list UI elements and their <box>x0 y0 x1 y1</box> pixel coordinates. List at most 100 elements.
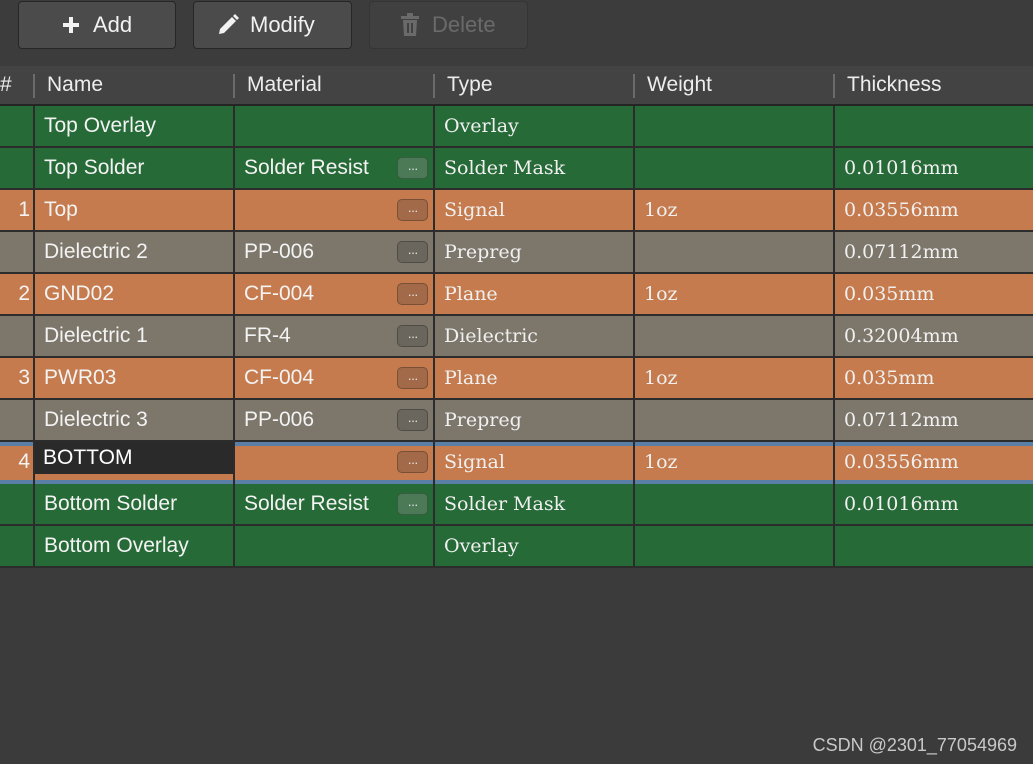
cell-type[interactable]: Signal <box>435 442 633 482</box>
material-picker-button[interactable]: ··· <box>397 241 428 263</box>
cell-weight[interactable] <box>635 526 833 566</box>
toolbar: Add Modify Delete <box>0 0 1033 64</box>
cell-type[interactable]: Overlay <box>435 526 633 566</box>
table-row[interactable]: Top Solder Solder Resist ··· Solder Mask 0.0… <box>0 148 1033 190</box>
table-row[interactable]: Dielectric 3 PP-006 ··· Prepreg 0.07112mm <box>0 400 1033 442</box>
table-row[interactable]: Top Overlay Overlay <box>0 106 1033 148</box>
cell-weight[interactable] <box>635 106 833 146</box>
cell-layer-number[interactable] <box>0 148 34 188</box>
cell-type[interactable]: Prepreg <box>435 400 633 440</box>
cell-type[interactable]: Solder Mask <box>435 148 633 188</box>
cell-material[interactable] <box>235 190 393 230</box>
cell-thickness[interactable]: 0.07112mm <box>835 400 1033 440</box>
cell-weight[interactable]: 1oz <box>635 358 833 398</box>
trash-icon <box>398 13 422 37</box>
material-picker-button[interactable]: ··· <box>397 283 428 305</box>
cell-material[interactable]: Solder Resist <box>235 484 393 524</box>
material-picker-button[interactable]: ··· <box>397 367 428 389</box>
material-picker-button[interactable]: ··· <box>397 409 428 431</box>
cell-layer-number[interactable]: 1 <box>0 190 34 230</box>
table-row[interactable]: Bottom Solder Solder Resist ··· Solder Mask… <box>0 484 1033 526</box>
column-header-name[interactable]: Name <box>35 66 233 104</box>
column-header-number[interactable]: # <box>0 66 34 104</box>
cell-layer-number[interactable] <box>0 106 34 146</box>
material-picker-button[interactable]: ··· <box>397 325 428 347</box>
cell-type[interactable]: Signal <box>435 190 633 230</box>
cell-weight[interactable] <box>635 400 833 440</box>
cell-material[interactable] <box>235 442 393 482</box>
cell-material[interactable]: Solder Resist <box>235 148 393 188</box>
column-header-weight[interactable]: Weight <box>635 66 833 104</box>
cell-thickness[interactable]: 0.035mm <box>835 274 1033 314</box>
delete-button[interactable]: Delete <box>369 1 528 49</box>
material-picker-button[interactable]: ··· <box>397 157 428 179</box>
cell-name[interactable]: Bottom Solder <box>35 484 233 524</box>
cell-name[interactable]: Top Overlay <box>35 106 233 146</box>
cell-material[interactable] <box>235 106 393 146</box>
table-row[interactable]: Dielectric 1 FR-4 ··· Dielectric 0.32004mm <box>0 316 1033 358</box>
modify-button-label: Modify <box>250 12 315 37</box>
cell-material[interactable]: PP-006 <box>235 400 393 440</box>
cell-thickness[interactable] <box>835 106 1033 146</box>
cell-thickness[interactable]: 0.01016mm <box>835 148 1033 188</box>
cell-material[interactable]: CF-004 <box>235 274 393 314</box>
cell-weight[interactable] <box>635 232 833 272</box>
cell-thickness[interactable]: 0.035mm <box>835 358 1033 398</box>
cell-type[interactable]: Overlay <box>435 106 633 146</box>
cell-layer-number[interactable]: 4 <box>0 442 34 482</box>
cell-layer-number[interactable]: 2 <box>0 274 34 314</box>
cell-thickness[interactable]: 0.01016mm <box>835 484 1033 524</box>
cell-thickness[interactable] <box>835 526 1033 566</box>
column-header-material[interactable]: Material <box>235 66 433 104</box>
column-header-thickness[interactable]: Thickness <box>835 66 1033 104</box>
cell-layer-number[interactable] <box>0 400 34 440</box>
cell-weight[interactable]: 1oz <box>635 190 833 230</box>
cell-name[interactable]: Top <box>35 190 233 230</box>
cell-weight[interactable] <box>635 484 833 524</box>
cell-weight[interactable] <box>635 148 833 188</box>
table-row[interactable]: 4 BOTTOM ··· Signal 1oz 0.03556mm <box>0 442 1033 484</box>
cell-material[interactable]: PP-006 <box>235 232 393 272</box>
cell-layer-number[interactable] <box>0 484 34 524</box>
table-row[interactable]: 2 GND02 CF-004 ··· Plane 1oz 0.035mm <box>0 274 1033 316</box>
cell-material[interactable]: FR-4 <box>235 316 393 356</box>
cell-name[interactable]: Bottom Overlay <box>35 526 233 566</box>
cell-weight[interactable] <box>635 316 833 356</box>
add-button-label: Add <box>93 12 133 37</box>
cell-name[interactable]: Dielectric 3 <box>35 400 233 440</box>
add-button[interactable]: Add <box>18 1 176 49</box>
cell-name[interactable]: GND02 <box>35 274 233 314</box>
cell-layer-number[interactable] <box>0 316 34 356</box>
cell-type[interactable]: Plane <box>435 358 633 398</box>
cell-type[interactable]: Plane <box>435 274 633 314</box>
pencil-icon <box>216 13 240 37</box>
cell-thickness[interactable]: 0.32004mm <box>835 316 1033 356</box>
modify-button[interactable]: Modify <box>193 1 352 49</box>
column-header-type[interactable]: Type <box>435 66 633 104</box>
table-row[interactable]: 3 PWR03 CF-004 ··· Plane 1oz 0.035mm <box>0 358 1033 400</box>
cell-name[interactable]: Dielectric 2 <box>35 232 233 272</box>
cell-material[interactable]: CF-004 <box>235 358 393 398</box>
cell-name[interactable]: Top Solder <box>35 148 233 188</box>
material-picker-button[interactable]: ··· <box>397 451 428 473</box>
cell-thickness[interactable]: 0.03556mm <box>835 442 1033 482</box>
material-picker-button[interactable]: ··· <box>397 493 428 515</box>
material-picker-button[interactable]: ··· <box>397 199 428 221</box>
cell-type[interactable]: Solder Mask <box>435 484 633 524</box>
cell-layer-number[interactable] <box>0 526 34 566</box>
cell-type[interactable]: Dielectric <box>435 316 633 356</box>
table-row[interactable]: 1 Top ··· Signal 1oz 0.03556mm <box>0 190 1033 232</box>
table-row[interactable]: Bottom Overlay Overlay <box>0 526 1033 568</box>
cell-thickness[interactable]: 0.07112mm <box>835 232 1033 272</box>
cell-weight[interactable]: 1oz <box>635 274 833 314</box>
cell-name[interactable]: Dielectric 1 <box>35 316 233 356</box>
cell-layer-number[interactable] <box>0 232 34 272</box>
cell-layer-number[interactable]: 3 <box>0 358 34 398</box>
cell-material[interactable] <box>235 526 393 566</box>
cell-name[interactable]: PWR03 <box>35 358 233 398</box>
cell-type[interactable]: Prepreg <box>435 232 633 272</box>
cell-thickness[interactable]: 0.03556mm <box>835 190 1033 230</box>
cell-weight[interactable]: 1oz <box>635 442 833 482</box>
table-row[interactable]: Dielectric 2 PP-006 ··· Prepreg 0.07112mm <box>0 232 1033 274</box>
name-edit-field[interactable]: BOTTOM <box>35 442 234 474</box>
